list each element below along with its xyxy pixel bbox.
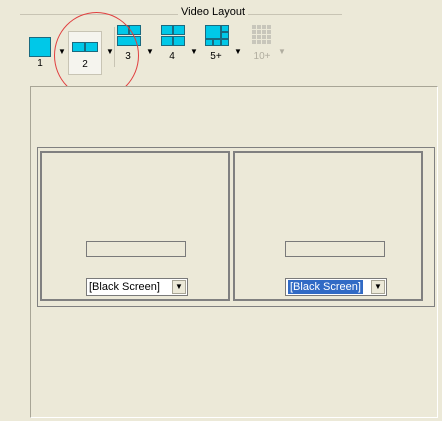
layout-5plus-dropdown-icon[interactable]: ▼ — [234, 48, 242, 56]
layout-5plus-button[interactable]: 5+ — [202, 25, 230, 73]
layout-10plus-icon — [252, 25, 271, 44]
layout-10plus-dropdown-icon: ▼ — [278, 47, 286, 56]
layout-10plus-button[interactable]: 10+ — [248, 25, 276, 73]
layout-4-icon — [161, 25, 185, 46]
layout-5plus-label: 5+ — [210, 51, 222, 62]
layout-10plus-label: 10+ — [253, 51, 271, 62]
layout-4-button[interactable]: 4 — [158, 25, 186, 73]
source-select[interactable]: [Black Screen] ▼ — [285, 278, 387, 296]
layout-4-label: 4 — [169, 51, 175, 62]
camera-name-field[interactable] — [285, 241, 385, 257]
layout-2-button[interactable]: 2 — [68, 31, 102, 75]
video-cell-2[interactable]: [Black Screen] ▼ — [233, 151, 423, 301]
layout-2-label: 2 — [82, 59, 88, 70]
layout-1-icon — [29, 37, 51, 57]
layout-1-label: 1 — [37, 58, 43, 69]
layout-3-icon — [117, 25, 141, 46]
camera-name-field[interactable] — [86, 241, 186, 257]
video-layout-panel: Video Layout 1 ▼ 2 ▼ 3 ▼ 4 ▼ 5+ ▼ 10+ ▼ … — [0, 0, 442, 421]
source-select-value: [Black Screen] — [89, 281, 160, 293]
layout-1-dropdown-icon[interactable]: ▼ — [58, 48, 66, 56]
layout-toolbar: 1 ▼ 2 ▼ 3 ▼ 4 ▼ 5+ ▼ 10+ ▼ — [26, 25, 346, 91]
layout-3-dropdown-icon[interactable]: ▼ — [146, 48, 154, 56]
layout-2-icon — [72, 42, 98, 52]
layout-3-label: 3 — [125, 51, 131, 62]
layout-5plus-icon — [205, 25, 229, 46]
layout-2-dropdown-icon[interactable]: ▼ — [106, 48, 114, 56]
layout-3-button[interactable]: 3 — [114, 25, 142, 73]
source-select[interactable]: [Black Screen] ▼ — [86, 278, 188, 296]
chevron-down-icon[interactable]: ▼ — [371, 280, 385, 294]
layout-1-button[interactable]: 1 — [26, 31, 54, 73]
layout-4-dropdown-icon[interactable]: ▼ — [190, 48, 198, 56]
video-cells-container: [Black Screen] ▼ [Black Screen] ▼ — [37, 147, 435, 307]
group-title: Video Layout — [178, 6, 249, 18]
source-select-value: [Black Screen] — [288, 280, 363, 294]
video-cell-1[interactable]: [Black Screen] ▼ — [40, 151, 230, 301]
chevron-down-icon[interactable]: ▼ — [172, 280, 186, 294]
